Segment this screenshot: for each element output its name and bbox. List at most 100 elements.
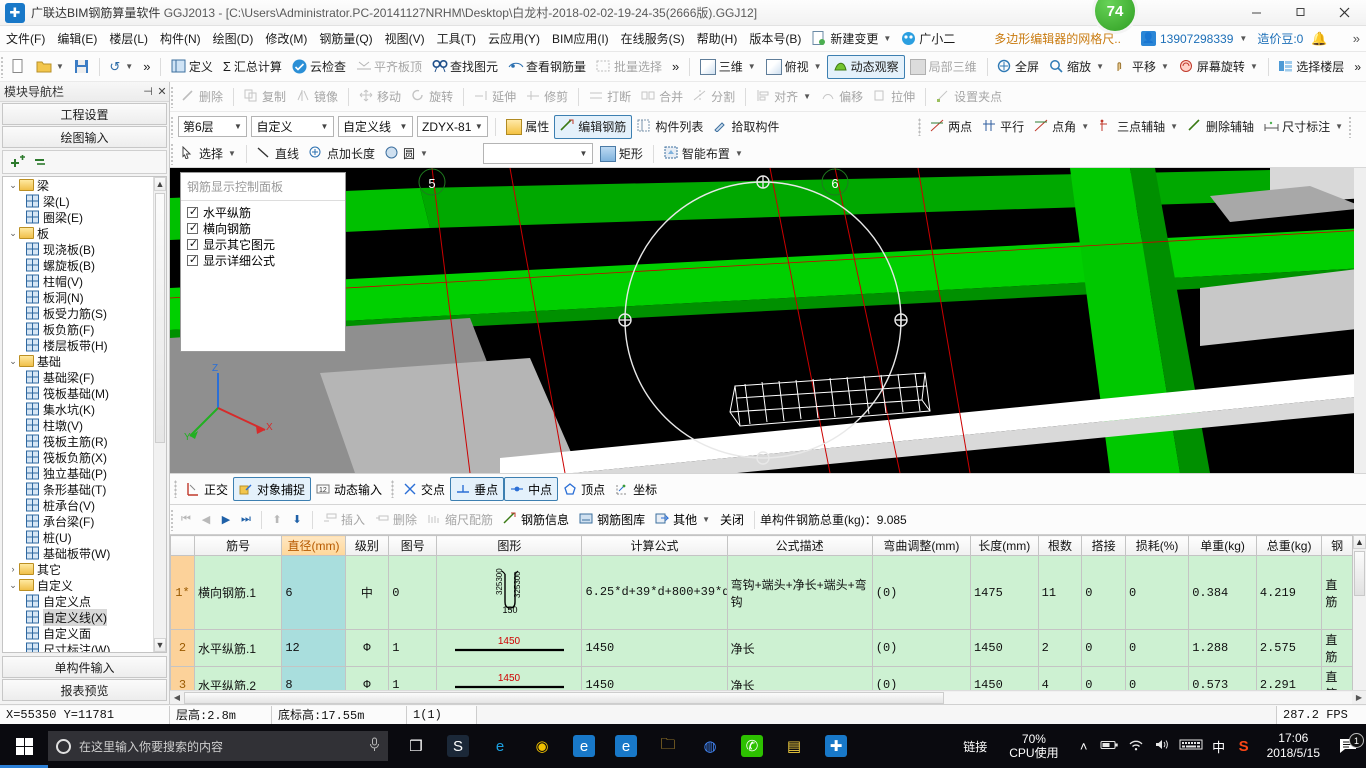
nav-first-button[interactable]: ⏮ [176, 513, 196, 526]
menu-item-floor[interactable]: 楼层(L) [103, 27, 154, 51]
rebar-table[interactable]: 筋号 直径(mm) 级别 图号 图形 计算公式 公式描述 弯曲调整(mm) 长度… [170, 535, 1353, 704]
rebar-library-button[interactable]: 钢筋图库 [574, 507, 650, 533]
table-horizontal-scrollbar[interactable]: ◀ ▶ [170, 690, 1366, 704]
select-tool-button[interactable]: 选择▼ [176, 141, 241, 167]
notepad-icon[interactable]: ▤ [774, 724, 814, 768]
close-rebar-panel-button[interactable]: 关闭 [715, 507, 749, 533]
row-index-cell[interactable]: 1* [171, 556, 195, 630]
new-change-button[interactable]: 新建变更 ▼ [807, 30, 896, 47]
loss-cell[interactable]: 0 [1125, 630, 1188, 667]
tree-item[interactable]: 柱墩(V) [3, 417, 152, 433]
tree-item[interactable]: 筏板主筋(R) [3, 433, 152, 449]
total-weight-cell[interactable]: 4.219 [1256, 556, 1321, 630]
col-rownum[interactable] [171, 536, 195, 556]
dynamic-input-button[interactable]: 12 动态输入 [311, 476, 387, 502]
add-plus-icon[interactable] [9, 154, 27, 171]
menu-item-bim-app[interactable]: BIM应用(I) [546, 27, 615, 51]
component-type-select[interactable]: 自定义▼ [251, 116, 334, 137]
merge-button[interactable]: 合并 [636, 84, 688, 110]
pan-button[interactable]: 平移 ▼ [1109, 54, 1174, 80]
tray-clock[interactable]: 17:06 2018/5/15 [1257, 731, 1330, 761]
define-button[interactable]: 定义 [166, 54, 218, 80]
parallel-axis-button[interactable]: 平行 [977, 114, 1029, 140]
menu-item-help[interactable]: 帮助(H) [691, 27, 744, 51]
cloud-check-button[interactable]: 云检查 [287, 54, 351, 80]
component-kind-select[interactable]: 自定义线▼ [338, 116, 413, 137]
toolbar-overflow-3[interactable]: » [1349, 54, 1366, 80]
tree-item[interactable]: 独立基础(P) [3, 465, 152, 481]
toolbar-grip[interactable] [170, 143, 174, 165]
tree-item[interactable]: 基础板带(W) [3, 545, 152, 561]
chevron-down-icon[interactable]: ⌄ [7, 580, 19, 591]
tree-item[interactable]: 桩(U) [3, 529, 152, 545]
chevron-down-icon[interactable]: ▼ [748, 62, 756, 71]
scroll-up-arrow[interactable]: ▲ [154, 177, 166, 191]
snap-coordinate-button[interactable]: 坐标 [610, 476, 662, 502]
trim-button[interactable]: 修剪 [521, 84, 573, 110]
formula-desc-cell[interactable]: 净长 [727, 630, 872, 667]
split-button[interactable]: 分割 [688, 84, 740, 110]
edit-rebar-button[interactable]: 编辑钢筋 [554, 115, 632, 139]
component-list-button[interactable]: 构件列表 [632, 114, 708, 140]
chevron-down-icon[interactable]: ▼ [397, 122, 410, 131]
undo-button[interactable]: ↺ ▼ [104, 54, 138, 80]
chevron-down-icon[interactable]: ▼ [814, 62, 822, 71]
col-total-weight[interactable]: 总重(kg) [1256, 536, 1321, 556]
tree-item[interactable]: 筏板负筋(X) [3, 449, 152, 465]
delete-axis-button[interactable]: 删除辅轴 [1183, 114, 1259, 140]
formula-cell[interactable]: 1450 [582, 630, 727, 667]
mirror-button[interactable]: 镜像 [291, 84, 343, 110]
lap-cell[interactable]: 0 [1082, 630, 1126, 667]
tab-draw-input[interactable]: 绘图输入 [2, 126, 167, 148]
local-3d-button[interactable]: 局部三维 [905, 54, 982, 80]
toolbar-grip[interactable] [0, 56, 4, 78]
keyboard-icon[interactable] [1175, 738, 1207, 754]
menu-item-edit[interactable]: 编辑(E) [51, 27, 103, 51]
tree-vertical-scrollbar[interactable]: ▲ ▼ [153, 177, 166, 652]
move-down-button[interactable]: ⬇ [287, 513, 307, 526]
tab-project-settings[interactable]: 工程设置 [2, 103, 167, 125]
move-up-button[interactable]: ⬆ [267, 513, 287, 526]
two-point-axis-button[interactable]: 两点 [925, 114, 977, 140]
delete-button[interactable]: 删除 [176, 84, 228, 110]
remove-minus-icon[interactable] [33, 154, 51, 171]
three-point-axis-button[interactable]: 三点辅轴▼ [1094, 114, 1183, 140]
snap-intersection-button[interactable]: 交点 [398, 476, 450, 502]
break-button[interactable]: 打断 [584, 84, 636, 110]
checkbox-row-show-detailed-formula[interactable]: 显示详细公式 [187, 253, 345, 268]
chevron-down-icon[interactable]: ▼ [1250, 62, 1258, 71]
menu-item-view[interactable]: 视图(V) [379, 27, 431, 51]
chevron-down-icon[interactable]: ⌄ [7, 356, 19, 367]
task-view-icon[interactable]: ❒ [396, 724, 436, 768]
battery-icon[interactable] [1097, 739, 1123, 754]
shape-cell[interactable]: 325300325300150 [437, 556, 582, 630]
tree-folder[interactable]: ⌄梁 [3, 177, 152, 193]
save-button[interactable] [69, 54, 94, 80]
col-length[interactable]: 长度(mm) [970, 536, 1038, 556]
toolbar-overflow-1[interactable]: » [138, 54, 155, 80]
col-bend-adjust[interactable]: 弯曲调整(mm) [872, 536, 970, 556]
new-file-button[interactable] [6, 54, 31, 80]
3d-viewport[interactable]: 5 6 [170, 168, 1366, 473]
report-preview-button[interactable]: 报表预览 [2, 679, 167, 701]
ggj-icon[interactable]: ✚ [816, 724, 856, 768]
col-formula-desc[interactable]: 公式描述 [727, 536, 872, 556]
menu-item-modify[interactable]: 修改(M) [259, 27, 313, 51]
nav-prev-button[interactable]: ◀ [196, 513, 216, 526]
chevron-down-icon[interactable]: ▼ [125, 62, 133, 71]
menu-item-online-service[interactable]: 在线服务(S) [615, 27, 691, 51]
screen-rotate-button[interactable]: 屏幕旋转 ▼ [1174, 54, 1263, 80]
view-rebar-qty-button[interactable]: 查看钢筋量 [503, 54, 591, 80]
table-row[interactable]: 2水平纵筋.112Φ114501450净长(0)14502001.2882.57… [171, 630, 1353, 667]
single-component-input-button[interactable]: 单构件输入 [2, 656, 167, 678]
rebar-type-cell[interactable]: 直筋 [1322, 556, 1353, 630]
tree-item[interactable]: 承台梁(F) [3, 513, 152, 529]
lap-cell[interactable]: 0 [1082, 556, 1126, 630]
rect-tool-button[interactable]: 矩形 [595, 141, 648, 167]
chevron-down-icon[interactable]: ▼ [1096, 62, 1104, 71]
app-circle-icon[interactable]: ◉ [522, 724, 562, 768]
checkbox[interactable] [187, 223, 198, 234]
count-cell[interactable]: 2 [1038, 630, 1082, 667]
summary-calc-button[interactable]: Σ 汇总计算 [218, 54, 287, 80]
view-top-button[interactable]: 俯视 ▼ [761, 54, 827, 80]
